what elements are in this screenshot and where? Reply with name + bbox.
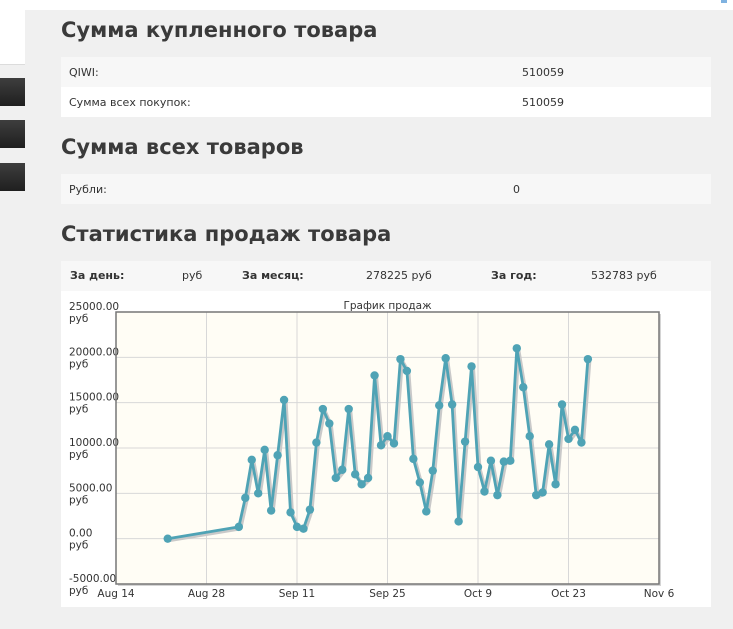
data-point — [325, 419, 334, 428]
data-point — [279, 395, 289, 405]
data-point — [441, 354, 450, 363]
x-tick-label: Aug 14 — [97, 588, 135, 600]
data-point — [305, 505, 315, 514]
data-point — [467, 362, 476, 371]
data-point — [473, 462, 483, 472]
data-point — [409, 454, 418, 464]
data-point — [254, 489, 263, 498]
data-point — [260, 445, 269, 455]
table-row: Сумма всех покупок: 510059 — [61, 87, 711, 117]
data-point — [383, 432, 392, 441]
data-point — [357, 480, 366, 489]
data-point — [564, 434, 573, 444]
month-label: За месяц: — [242, 269, 304, 282]
day-label: За день: — [70, 269, 125, 282]
sidebar-button-3[interactable] — [0, 163, 25, 191]
stats-title: Статистика продаж товара — [61, 222, 392, 246]
data-point — [241, 493, 250, 503]
data-point — [273, 451, 282, 460]
x-tick-label: Oct 9 — [464, 588, 492, 600]
data-point — [428, 466, 437, 475]
row-label: Сумма всех покупок: — [69, 96, 191, 109]
x-tick-label: Sep 11 — [279, 588, 316, 600]
row-label: Рубли: — [69, 183, 107, 196]
data-point — [447, 400, 457, 409]
data-point — [338, 465, 347, 474]
month-value: 278225 руб — [366, 269, 432, 282]
data-point — [266, 506, 276, 515]
data-point — [344, 404, 353, 414]
data-point — [493, 490, 502, 500]
data-point — [519, 383, 528, 392]
x-tick-label: Aug 28 — [188, 588, 225, 600]
all-goods-table: Рубли: 0 — [61, 174, 711, 204]
year-value: 532783 руб — [591, 269, 657, 282]
data-point — [577, 438, 586, 447]
year-label: За год: — [491, 269, 537, 282]
data-point — [415, 478, 425, 487]
y-tick-label: 20000.00 руб — [69, 346, 119, 370]
data-point — [512, 344, 521, 353]
y-tick-label: 10000.00 руб — [69, 437, 119, 461]
row-value: 510059 — [522, 96, 564, 109]
purchased-table: QIWI: 510059 Сумма всех покупок: 510059 — [61, 57, 711, 117]
data-point — [376, 441, 386, 450]
table-row: QIWI: 510059 — [61, 57, 711, 87]
data-point — [435, 401, 444, 410]
sidebar-button-2[interactable] — [0, 120, 25, 148]
sales-chart-panel: 25000.00 руб 20000.00 руб 15000.00 руб 10000.0… — [61, 291, 711, 607]
data-point — [247, 455, 256, 464]
sales-chart: 25000.00 руб 20000.00 руб 15000.00 руб 10000.0… — [69, 300, 675, 600]
x-tick-label: Nov 6 — [644, 588, 675, 600]
purchased-title: Сумма купленного товара — [61, 18, 378, 42]
data-point — [486, 456, 496, 465]
data-point — [480, 487, 489, 496]
chart-title: График продаж — [343, 300, 432, 312]
data-point — [389, 439, 399, 448]
data-point — [544, 440, 554, 449]
row-value: 0 — [513, 183, 520, 196]
data-point — [570, 425, 580, 435]
data-point — [402, 366, 412, 376]
data-point — [299, 524, 308, 533]
data-point — [506, 456, 515, 465]
y-tick-label: 0.00 руб — [69, 528, 92, 552]
data-point — [350, 470, 360, 479]
data-point — [286, 508, 295, 517]
data-point — [538, 488, 547, 497]
data-point — [370, 371, 379, 380]
data-point — [396, 354, 405, 364]
data-point — [422, 507, 431, 516]
all-goods-title: Сумма всех товаров — [61, 135, 304, 159]
row-value: 510059 — [522, 66, 564, 79]
data-point — [312, 438, 321, 447]
data-point — [583, 354, 593, 364]
row-label: QIWI: — [69, 66, 99, 79]
data-point — [551, 480, 560, 489]
y-tick-label: 15000.00 руб — [69, 392, 119, 416]
x-tick-label: Oct 23 — [551, 588, 586, 600]
data-point — [318, 404, 328, 414]
x-tick-label: Sep 25 — [369, 588, 406, 600]
left-sidebar — [0, 0, 25, 629]
data-point — [234, 522, 244, 532]
y-tick-label: 5000.00 руб — [69, 482, 112, 506]
data-point — [460, 437, 470, 446]
y-tick-label: 25000.00 руб — [69, 301, 119, 325]
sidebar-panel — [0, 0, 25, 65]
table-row: Рубли: 0 — [61, 174, 711, 204]
data-point — [363, 473, 373, 483]
day-value: руб — [182, 269, 203, 282]
data-point — [525, 432, 534, 441]
top-indicator — [721, 0, 727, 3]
data-point — [163, 534, 172, 543]
data-point — [557, 400, 567, 409]
top-strip — [25, 0, 733, 10]
data-point — [331, 473, 340, 483]
data-point — [454, 517, 463, 526]
stats-summary: За день: руб За месяц: 278225 руб За год… — [61, 261, 711, 291]
sidebar-button-1[interactable] — [0, 78, 25, 106]
